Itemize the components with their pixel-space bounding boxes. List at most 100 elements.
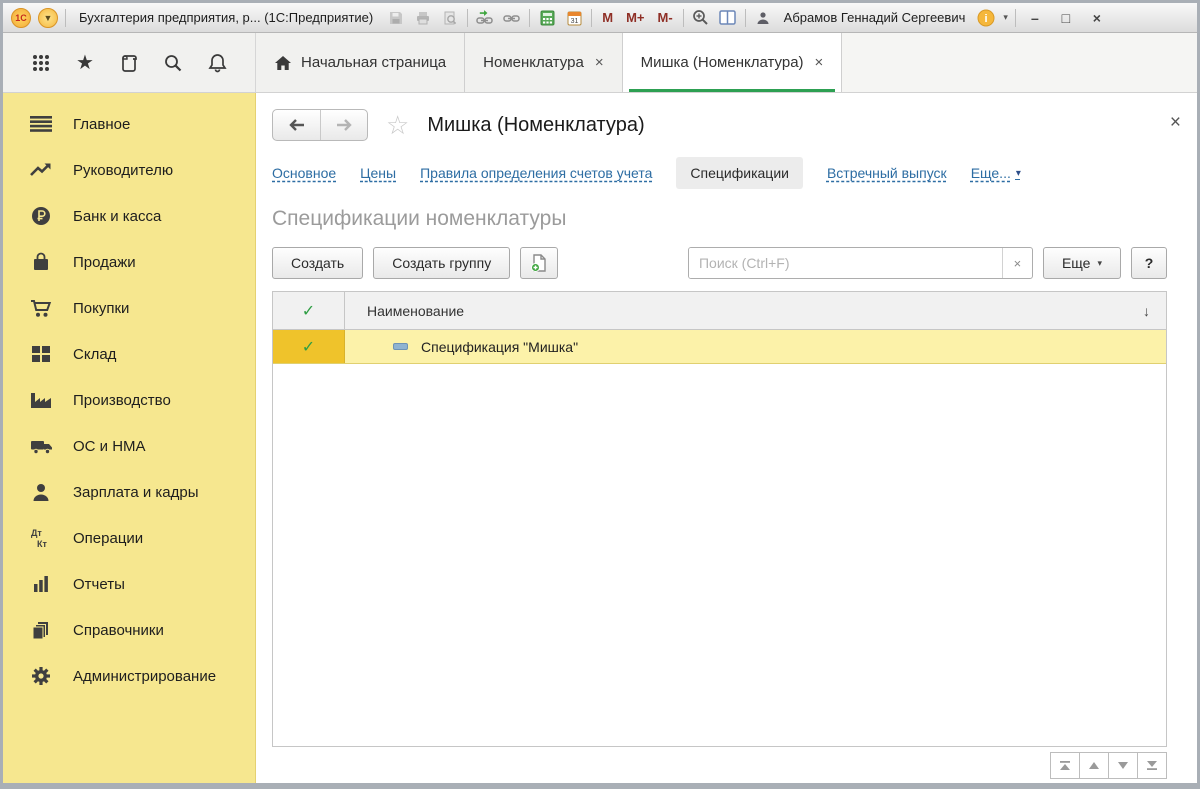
sidebar-item-fixed-assets[interactable]: ОС и НМА (3, 423, 255, 469)
sidebar-item-reports[interactable]: Отчеты (3, 561, 255, 607)
sidebar-item-sales[interactable]: Продажи (3, 239, 255, 285)
nav-link-specifications-active[interactable]: Спецификации (676, 157, 803, 189)
main-menu-button[interactable]: ▼ (38, 8, 58, 28)
memory-subtract-button[interactable]: M- (655, 10, 676, 25)
search-clear-icon[interactable]: × (1002, 248, 1032, 278)
specification-item-icon (393, 343, 408, 350)
go-down-button[interactable] (1108, 752, 1138, 779)
sidebar-item-label: Справочники (73, 622, 164, 639)
memory-add-button[interactable]: M+ (623, 10, 647, 25)
svg-text:Кт: Кт (37, 539, 47, 549)
sidebar-item-operations[interactable]: ДтКт Операции (3, 515, 255, 561)
favorite-star-icon[interactable]: ☆ (386, 112, 409, 138)
chevron-down-icon: ▾ (1016, 168, 1021, 179)
gear-icon (29, 666, 53, 686)
apps-grid-icon[interactable] (27, 49, 55, 77)
go-first-button[interactable] (1050, 752, 1080, 779)
divider (1015, 9, 1016, 27)
tab-close-icon[interactable]: × (595, 54, 604, 71)
tab-label: Мишка (Номенклатура) (641, 54, 804, 71)
bag-icon (29, 252, 53, 272)
section-title: Спецификации номенклатуры (256, 199, 1197, 245)
sidebar-item-label: Продажи (73, 254, 136, 271)
chevron-down-icon[interactable]: ▾ (1003, 12, 1008, 23)
app-window: 1С ▼ Бухгалтерия предприятия, р... (1С:П… (0, 0, 1200, 789)
save-icon[interactable] (386, 8, 406, 28)
tab-nomenclature[interactable]: Номенклатура × (465, 33, 622, 92)
search-icon[interactable] (159, 49, 187, 77)
history-nav-group (272, 109, 368, 141)
sidebar-item-warehouse[interactable]: Склад (3, 331, 255, 377)
favorites-star-icon[interactable]: ★ (71, 49, 99, 77)
row-name-cell[interactable]: Спецификация "Мишка" (345, 330, 1166, 363)
memory-recall-button[interactable]: M (599, 10, 616, 25)
save-icon (388, 10, 404, 26)
svg-text:Дт: Дт (31, 528, 42, 538)
create-group-button[interactable]: Создать группу (373, 247, 510, 279)
nav-link-account-rules[interactable]: Правила определения счетов учета (420, 165, 652, 181)
search-box: × (688, 247, 1033, 279)
notifications-bell-icon[interactable] (203, 49, 231, 77)
sidebar-item-manager[interactable]: Руководителю (3, 147, 255, 193)
zoom-icon[interactable] (691, 8, 711, 28)
header-check-column[interactable]: ✓ (273, 292, 345, 329)
trend-icon (29, 162, 53, 178)
sort-descending-icon[interactable]: ↓ (1143, 303, 1150, 319)
get-link-icon[interactable] (475, 8, 495, 28)
check-icon: ✓ (302, 337, 315, 357)
forward-button[interactable] (320, 110, 367, 140)
current-user-name[interactable]: Абрамов Геннадий Сергеевич (784, 10, 966, 25)
sidebar-item-bank-cash[interactable]: Банк и касса (3, 193, 255, 239)
nav-link-prices[interactable]: Цены (360, 165, 396, 181)
form-header: ☆ Мишка (Номенклатура) (256, 93, 1197, 145)
home-icon (274, 55, 292, 71)
split-window-icon[interactable] (718, 8, 738, 28)
more-button[interactable]: Еще ▾ (1043, 247, 1121, 279)
search-input[interactable] (689, 248, 1002, 278)
sidebar-item-purchases[interactable]: Покупки (3, 285, 255, 331)
preview-icon[interactable] (440, 8, 460, 28)
help-button[interactable]: ? (1131, 247, 1167, 279)
calendar-day: 31 (570, 18, 578, 25)
tab-mishka-nomenclature[interactable]: Мишка (Номенклатура) × (623, 33, 843, 92)
minimize-button[interactable]: – (1023, 10, 1047, 26)
table-header-row: ✓ Наименование ↓ (273, 292, 1166, 330)
calendar-icon[interactable]: 31 (564, 8, 584, 28)
sidebar-item-label: Банк и касса (73, 208, 161, 225)
sidebar-item-administration[interactable]: Администрирование (3, 653, 255, 699)
divider (529, 9, 530, 27)
sidebar-item-production[interactable]: Производство (3, 377, 255, 423)
row-name-label: Спецификация "Мишка" (421, 339, 578, 355)
sidebar-item-salary-hr[interactable]: Зарплата и кадры (3, 469, 255, 515)
info-icon[interactable]: i (976, 8, 996, 28)
divider (65, 9, 66, 27)
nav-link-more[interactable]: Еще... ▾ (971, 165, 1021, 181)
row-check-cell[interactable]: ✓ (273, 330, 345, 363)
list-toolbar: Создать Создать группу × Еще ▾ ? (256, 245, 1197, 291)
sidebar-item-label: Покупки (73, 300, 129, 317)
tab-close-icon[interactable]: × (815, 54, 824, 71)
calculator-icon[interactable] (537, 8, 557, 28)
truck-icon (29, 438, 53, 455)
header-name-column[interactable]: Наименование ↓ (345, 292, 1166, 329)
create-button[interactable]: Создать (272, 247, 363, 279)
copy-item-button[interactable] (520, 247, 558, 279)
sidebar-item-label: Склад (73, 346, 116, 363)
maximize-button[interactable]: □ (1054, 10, 1078, 26)
print-icon[interactable] (413, 8, 433, 28)
sidebar-item-directories[interactable]: Справочники (3, 607, 255, 653)
chart-icon (29, 575, 53, 593)
table-row[interactable]: ✓ Спецификация "Мишка" (273, 330, 1166, 364)
sidebar-item-label: Операции (73, 530, 143, 547)
go-up-button[interactable] (1079, 752, 1109, 779)
nav-link-main[interactable]: Основное (272, 165, 336, 181)
form-close-icon[interactable]: × (1170, 113, 1181, 132)
back-button[interactable] (273, 110, 320, 140)
close-window-button[interactable]: × (1085, 10, 1109, 26)
go-last-button[interactable] (1137, 752, 1167, 779)
tab-home[interactable]: Начальная страница (256, 33, 465, 92)
nav-link-counter-output[interactable]: Встречный выпуск (827, 165, 947, 181)
history-icon[interactable] (115, 49, 143, 77)
go-link-icon[interactable] (502, 8, 522, 28)
sidebar-item-main[interactable]: Главное (3, 101, 255, 147)
